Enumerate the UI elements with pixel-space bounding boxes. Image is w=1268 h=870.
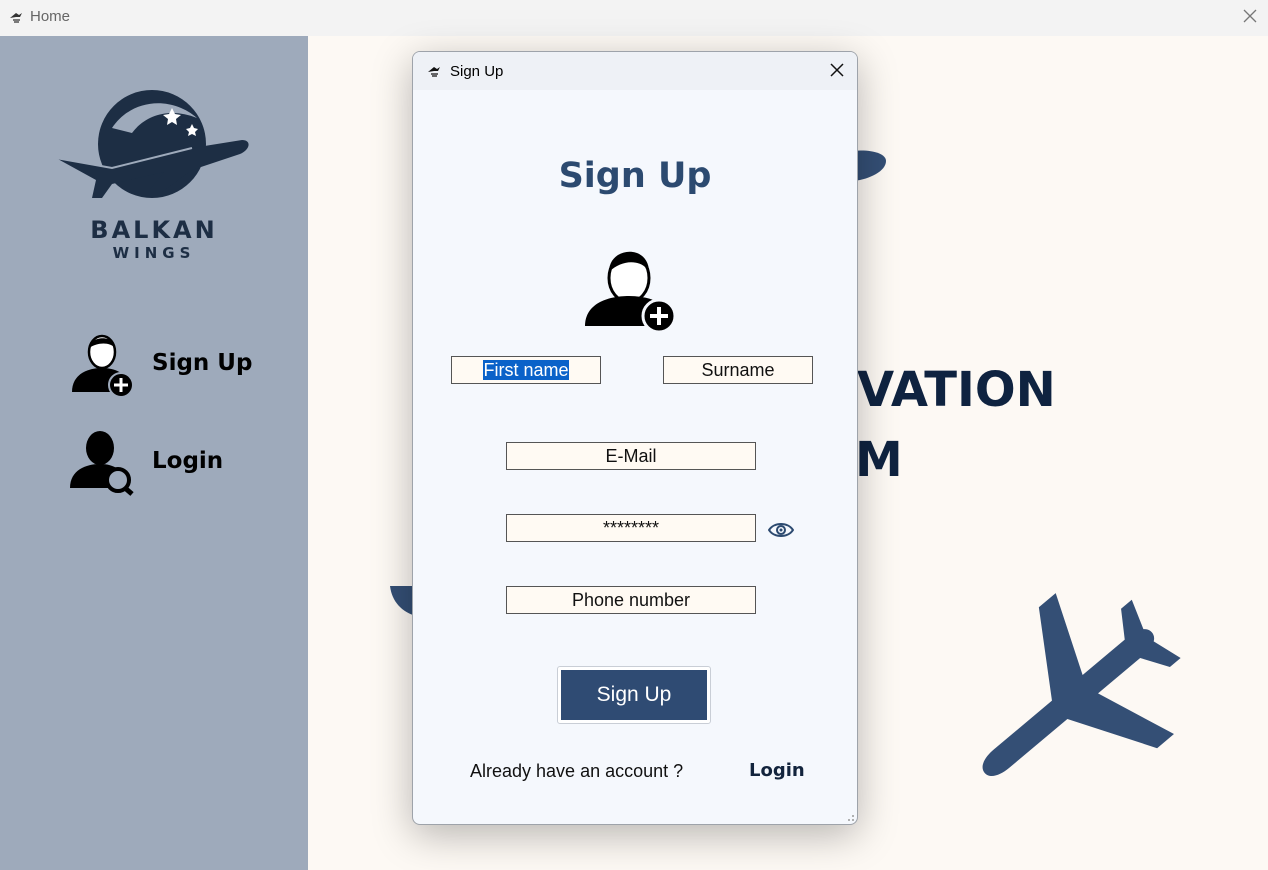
sidebar: BALKAN WINGS Sign Up Login [0, 36, 308, 870]
close-icon[interactable] [825, 60, 849, 82]
sidebar-item-label: Sign Up [152, 350, 253, 376]
sign-up-button[interactable]: Sign Up [561, 670, 707, 720]
balkan-wings-logo: BALKAN WINGS [52, 88, 256, 262]
background-title-line2: M [855, 432, 903, 488]
add-user-icon [585, 251, 677, 334]
already-have-account-text: Already have an account ? [470, 761, 684, 781]
sign-up-button-frame: Sign Up [557, 666, 711, 724]
login-link[interactable]: Login [749, 760, 805, 781]
main-title-bar: Home [0, 0, 1268, 36]
main-window-title: Home [30, 8, 71, 25]
logo-text-line2: WINGS [112, 244, 196, 262]
app-icon [10, 13, 22, 23]
close-icon[interactable] [1238, 6, 1262, 28]
surname-value: Surname [701, 360, 775, 380]
app-icon [428, 67, 440, 77]
logo-emblem [55, 90, 249, 198]
user-search-icon [70, 431, 134, 496]
surname-field[interactable]: Surname [663, 356, 813, 384]
password-value: ******** [602, 518, 660, 538]
logo-text-line1: BALKAN [90, 216, 218, 244]
sidebar-item-sign-up[interactable]: Sign Up [68, 330, 288, 398]
first-name-field[interactable]: First name [451, 356, 601, 384]
sign-up-dialog: Sign Up Sign Up First name Surname E-Mai… [412, 51, 858, 825]
first-name-value: First name [483, 360, 569, 380]
email-value: E-Mail [605, 446, 657, 466]
eye-icon[interactable] [768, 521, 794, 539]
email-field[interactable]: E-Mail [506, 442, 756, 470]
phone-number-value: Phone number [571, 590, 691, 610]
password-field[interactable]: ******** [506, 514, 756, 542]
phone-number-field[interactable]: Phone number [506, 586, 756, 614]
dialog-title: Sign Up [450, 63, 504, 80]
sidebar-item-login[interactable]: Login [68, 428, 288, 496]
page-title: Sign Up [558, 156, 712, 196]
add-user-icon [72, 334, 134, 398]
sidebar-item-label: Login [152, 448, 224, 474]
resize-grip-icon[interactable] [845, 812, 855, 822]
airplane-icon [982, 593, 1181, 777]
dialog-title-bar: Sign Up [413, 52, 857, 90]
